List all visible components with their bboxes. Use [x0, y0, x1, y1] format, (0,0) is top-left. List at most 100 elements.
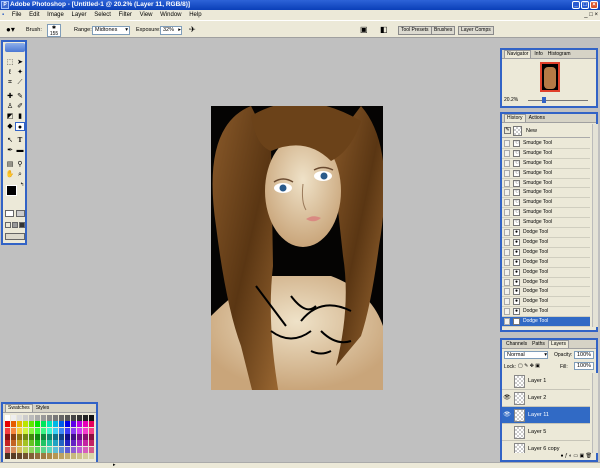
- eye-icon[interactable]: [503, 377, 511, 385]
- exposure-field[interactable]: 32% ▸: [160, 26, 182, 35]
- history-checkbox[interactable]: [504, 219, 510, 227]
- color-swatch[interactable]: [59, 446, 64, 453]
- eyedropper-icon[interactable]: ⚲: [15, 160, 25, 169]
- fill-field[interactable]: 100%: [574, 362, 594, 370]
- color-swatch[interactable]: [77, 415, 82, 421]
- color-swatch[interactable]: [11, 427, 16, 434]
- color-swatch[interactable]: [29, 427, 34, 434]
- color-swatch[interactable]: [47, 452, 52, 459]
- zoom-slider-handle[interactable]: [542, 97, 546, 103]
- maximize-icon[interactable]: □: [581, 1, 589, 9]
- color-swatch[interactable]: [59, 440, 64, 447]
- color-swatch[interactable]: [89, 433, 94, 440]
- history-checkbox[interactable]: [504, 238, 510, 246]
- color-swatch[interactable]: [35, 452, 40, 459]
- jump-to-imageready-icon[interactable]: [5, 233, 25, 240]
- color-swatch[interactable]: [17, 446, 22, 453]
- color-swatch[interactable]: [41, 446, 46, 453]
- crop-tool-icon[interactable]: ⌗: [5, 78, 15, 87]
- color-swatch[interactable]: [29, 415, 34, 421]
- color-swatch[interactable]: [23, 427, 28, 434]
- color-swatch[interactable]: [71, 446, 76, 453]
- color-swatch[interactable]: [83, 446, 88, 453]
- document-canvas[interactable]: [211, 102, 385, 406]
- history-checkbox[interactable]: [504, 209, 510, 217]
- history-item[interactable]: ● Dodge Tool: [502, 258, 590, 268]
- healing-brush-icon[interactable]: ✚: [5, 92, 15, 101]
- history-checkbox[interactable]: [504, 149, 510, 157]
- history-scrollbar[interactable]: [592, 124, 598, 327]
- menu-select[interactable]: Select: [91, 10, 114, 20]
- color-swatch[interactable]: [71, 440, 76, 447]
- color-swatch[interactable]: [89, 415, 94, 421]
- color-swatch[interactable]: [41, 440, 46, 447]
- color-swatch[interactable]: [65, 452, 70, 459]
- color-swatch[interactable]: [23, 452, 28, 459]
- color-swatch[interactable]: [71, 452, 76, 459]
- history-checkbox[interactable]: [504, 278, 510, 286]
- marquee-tool-icon[interactable]: ⬚: [5, 58, 15, 67]
- color-swatch[interactable]: [65, 446, 70, 453]
- history-item[interactable]: ● Dodge Tool: [502, 248, 590, 258]
- color-swatch[interactable]: [65, 427, 70, 434]
- brush-picker[interactable]: ✱ 155: [47, 24, 61, 37]
- tab-actions[interactable]: Actions: [527, 114, 547, 123]
- layer-row[interactable]: Layer 5: [502, 424, 590, 441]
- tab-history[interactable]: History: [504, 114, 526, 122]
- color-swatch[interactable]: [65, 421, 70, 428]
- minimize-icon[interactable]: _: [572, 1, 580, 9]
- tab-info[interactable]: Info: [532, 50, 544, 59]
- color-swatch[interactable]: [11, 415, 16, 421]
- color-swatch[interactable]: [53, 421, 58, 428]
- layers-footer-icons[interactable]: ● ƒ ◐ ▭ ▣ 🗑: [502, 453, 596, 460]
- color-swatch[interactable]: [41, 433, 46, 440]
- color-swatch[interactable]: [35, 446, 40, 453]
- color-swatch[interactable]: [17, 433, 22, 440]
- color-swatch[interactable]: [23, 433, 28, 440]
- color-swatch[interactable]: [17, 452, 22, 459]
- color-swatch[interactable]: [59, 433, 64, 440]
- status-arrow-icon[interactable]: ▸: [113, 463, 121, 468]
- history-item[interactable]: ☜ Smudge Tool: [502, 159, 590, 169]
- color-swatch[interactable]: [53, 446, 58, 453]
- color-swatch[interactable]: [5, 427, 10, 434]
- history-item[interactable]: ☜ Smudge Tool: [502, 139, 590, 149]
- history-item[interactable]: ● Dodge Tool: [502, 238, 590, 248]
- layers-scrollbar[interactable]: [592, 373, 598, 453]
- menu-view[interactable]: View: [137, 10, 156, 20]
- blur-tool-icon[interactable]: ◆: [5, 122, 15, 131]
- color-swatch[interactable]: [53, 433, 58, 440]
- history-item[interactable]: ● Dodge Tool: [502, 228, 590, 238]
- color-swatch[interactable]: [59, 452, 64, 459]
- color-swatch[interactable]: [35, 427, 40, 434]
- clone-stamp-icon[interactable]: ♙: [5, 102, 15, 111]
- color-swatch[interactable]: [41, 415, 46, 421]
- color-swatch[interactable]: [11, 433, 16, 440]
- color-swatch[interactable]: [35, 440, 40, 447]
- color-swatch[interactable]: [71, 415, 76, 421]
- color-swatch[interactable]: [89, 446, 94, 453]
- color-swatch[interactable]: [35, 415, 40, 421]
- color-swatch[interactable]: [77, 427, 82, 434]
- history-item[interactable]: ● Dodge Tool: [502, 297, 590, 308]
- menu-filter[interactable]: Filter: [116, 10, 135, 20]
- foreground-color-swatch[interactable]: [6, 185, 17, 196]
- tab-navigator[interactable]: Navigator: [504, 50, 532, 58]
- eraser-tool-icon[interactable]: ◩: [5, 112, 15, 121]
- tab-layer-comps[interactable]: Layer Comps: [458, 26, 494, 35]
- history-item[interactable]: ☜ Smudge Tool: [502, 188, 590, 199]
- color-swatch[interactable]: [5, 440, 10, 447]
- color-swatch[interactable]: [5, 421, 10, 428]
- color-swatch[interactable]: [11, 446, 16, 453]
- layer-row[interactable]: Layer 6 copy: [502, 441, 590, 453]
- type-tool-icon[interactable]: T: [15, 136, 25, 145]
- history-checkbox[interactable]: [504, 298, 510, 306]
- history-checkbox[interactable]: [504, 179, 510, 187]
- color-swatch[interactable]: [23, 415, 28, 421]
- history-item[interactable]: ☜ Smudge Tool: [502, 198, 590, 209]
- color-swatch[interactable]: [41, 452, 46, 459]
- color-swatch[interactable]: [65, 433, 70, 440]
- color-swatch[interactable]: [29, 452, 34, 459]
- standard-mode-icon[interactable]: [5, 210, 14, 217]
- lock-icons[interactable]: ▢ ✎ ✥ ▣: [518, 363, 540, 369]
